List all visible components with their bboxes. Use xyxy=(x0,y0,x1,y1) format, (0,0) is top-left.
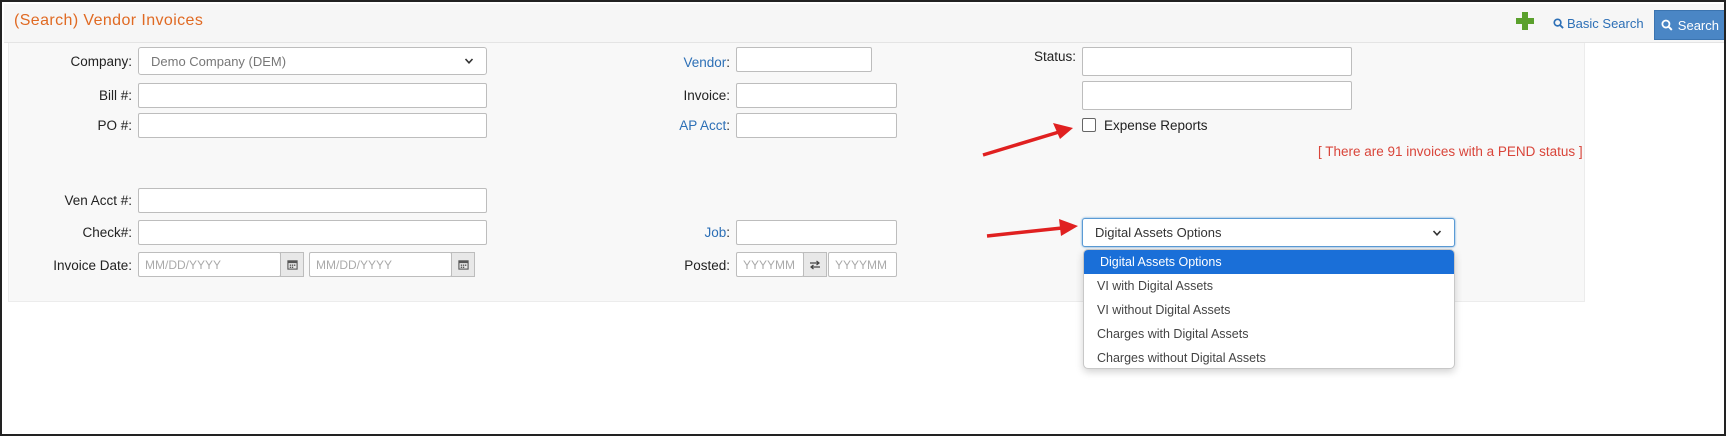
digital-assets-dropdown: Digital Assets Options VI with Digital A… xyxy=(1083,249,1455,369)
company-select-value: Demo Company (DEM) xyxy=(151,53,287,69)
po-label: PO #: xyxy=(97,118,132,133)
ap-acct-link[interactable]: AP Acct xyxy=(679,118,726,133)
page-title: (Search) Vendor Invoices xyxy=(14,12,204,29)
check-input[interactable] xyxy=(138,220,487,245)
vendor-input[interactable] xyxy=(736,47,872,72)
invoice-input[interactable] xyxy=(736,83,897,108)
app-window: (Search) Vendor Invoices Basic Search Se… xyxy=(0,0,1726,436)
invoice-label: Invoice: xyxy=(683,88,730,103)
calendar-icon xyxy=(286,260,298,270)
basic-search-label: Basic Search xyxy=(1567,16,1644,31)
dropdown-option[interactable]: Digital Assets Options xyxy=(1084,250,1454,274)
ap-acct-label-colon: : xyxy=(726,118,730,133)
pend-status-note: [ There are 91 invoices with a PEND stat… xyxy=(1318,144,1583,159)
dropdown-option[interactable]: Charges with Digital Assets xyxy=(1084,322,1454,346)
company-select[interactable]: Demo Company (DEM) xyxy=(138,47,487,75)
ap-acct-label: AP Acct: xyxy=(622,118,730,133)
red-arrow-icon xyxy=(986,219,1078,238)
posted-swap-button[interactable] xyxy=(803,252,827,277)
plus-icon[interactable] xyxy=(1514,10,1536,32)
ap-acct-input[interactable] xyxy=(736,113,897,138)
job-label-colon: : xyxy=(726,225,730,240)
job-label: Job: xyxy=(622,225,730,240)
dropdown-option[interactable]: Charges without Digital Assets xyxy=(1084,346,1454,368)
posted-from-input[interactable]: YYYYMM xyxy=(736,252,804,277)
company-label: Company: xyxy=(70,54,132,69)
expense-reports-checkbox[interactable] xyxy=(1082,118,1096,132)
expense-reports-label: Expense Reports xyxy=(1104,118,1208,133)
invoice-date-label: Invoice Date: xyxy=(53,258,132,273)
po-input[interactable] xyxy=(138,113,487,138)
digital-assets-select[interactable]: Digital Assets Options xyxy=(1082,218,1455,247)
bill-label: Bill #: xyxy=(98,88,132,103)
page-header: (Search) Vendor Invoices Basic Search Se… xyxy=(4,4,1724,43)
ven-acct-label: Ven Acct #: xyxy=(64,193,132,208)
invoice-date-to-picker[interactable] xyxy=(451,252,475,277)
status-input-2[interactable] xyxy=(1082,81,1352,110)
chevron-down-icon xyxy=(1432,229,1442,236)
invoice-date-from-input[interactable]: MM/DD/YYYY xyxy=(138,252,281,277)
posted-to-input[interactable]: YYYYMM xyxy=(828,252,897,277)
search-icon xyxy=(1661,19,1673,31)
vendor-label-colon: : xyxy=(726,55,730,70)
invoice-date-to-input[interactable]: MM/DD/YYYY xyxy=(309,252,452,277)
chevron-down-icon xyxy=(464,58,474,64)
invoice-date-from-picker[interactable] xyxy=(280,252,304,277)
posted-label: Posted: xyxy=(684,258,730,273)
search-button[interactable]: Search xyxy=(1654,10,1724,40)
job-input[interactable] xyxy=(736,220,897,245)
search-button-label: Search xyxy=(1677,17,1719,33)
red-arrow-icon xyxy=(982,123,1073,157)
basic-search-link[interactable]: Basic Search xyxy=(1553,16,1644,31)
vendor-label: Vendor: xyxy=(622,55,730,70)
search-icon xyxy=(1553,18,1564,29)
status-label: Status: xyxy=(1033,49,1076,64)
ven-acct-input[interactable] xyxy=(138,188,487,213)
status-input[interactable] xyxy=(1082,47,1352,76)
job-link[interactable]: Job xyxy=(704,225,726,240)
dropdown-option[interactable]: VI without Digital Assets xyxy=(1084,298,1454,322)
calendar-icon xyxy=(457,260,469,270)
check-label: Check#: xyxy=(82,225,132,240)
digital-assets-select-value: Digital Assets Options xyxy=(1095,225,1222,240)
vendor-link[interactable]: Vendor xyxy=(683,55,726,70)
dropdown-option[interactable]: VI with Digital Assets xyxy=(1084,274,1454,298)
swap-arrows-icon xyxy=(810,260,820,269)
bill-input[interactable] xyxy=(138,83,487,108)
